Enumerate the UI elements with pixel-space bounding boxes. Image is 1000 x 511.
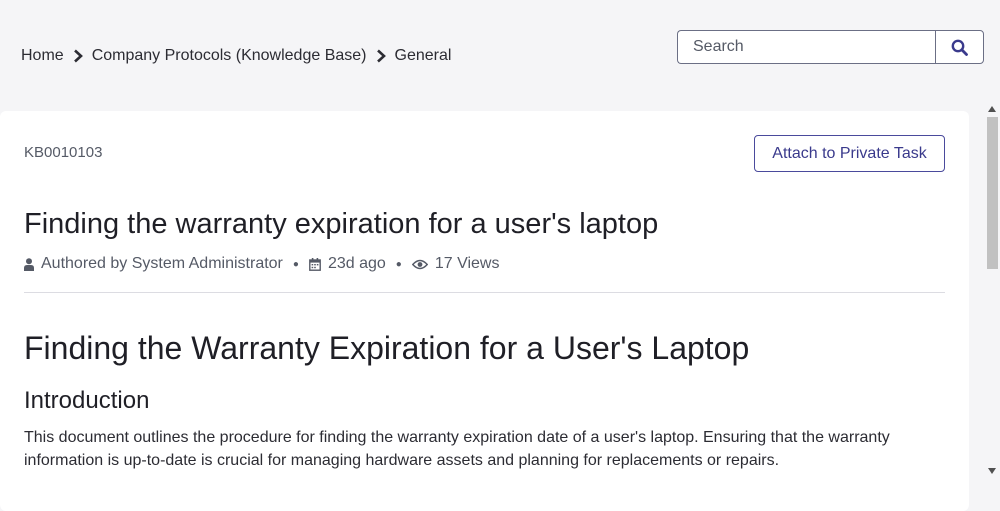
article-card: KB0010103 Attach to Private Task Finding…: [0, 111, 969, 511]
breadcrumb-home[interactable]: Home: [21, 47, 64, 65]
scrollbar-thumb[interactable]: [987, 117, 998, 269]
vertical-scrollbar[interactable]: [985, 103, 1000, 480]
meta-separator: ●: [395, 258, 402, 270]
attach-to-private-task-button[interactable]: Attach to Private Task: [754, 135, 945, 172]
age-text: 23d ago: [327, 255, 386, 272]
author-text: Authored by System Administrator: [41, 255, 283, 272]
kb-number: KB0010103: [24, 144, 103, 161]
eye-icon: [411, 259, 428, 270]
chevron-right-icon: [64, 49, 92, 63]
article-meta: Authored by System Administrator ● 23d a…: [24, 254, 499, 274]
breadcrumb: Home Company Protocols (Knowledge Base) …: [21, 45, 451, 67]
search-input[interactable]: [677, 30, 935, 64]
search-button[interactable]: [935, 30, 984, 64]
article-title: Finding the warranty expiration for a us…: [24, 208, 659, 240]
divider: [24, 292, 945, 293]
breadcrumb-knowledge-base[interactable]: Company Protocols (Knowledge Base): [92, 47, 367, 65]
scroll-up-arrow-icon[interactable]: [988, 106, 996, 112]
views-text: 17 Views: [434, 255, 500, 272]
article-body-heading: Finding the Warranty Expiration for a Us…: [24, 330, 750, 366]
chevron-right-icon: [367, 49, 395, 63]
intro-paragraph: This document outlines the procedure for…: [24, 429, 890, 469]
user-icon: [24, 257, 34, 271]
section-heading-introduction: Introduction: [24, 387, 150, 414]
meta-separator: ●: [292, 258, 299, 270]
calendar-icon: [309, 257, 321, 271]
search-bar: [677, 30, 984, 64]
search-icon: [951, 39, 968, 56]
breadcrumb-general[interactable]: General: [395, 47, 452, 65]
scroll-down-arrow-icon[interactable]: [988, 468, 996, 474]
